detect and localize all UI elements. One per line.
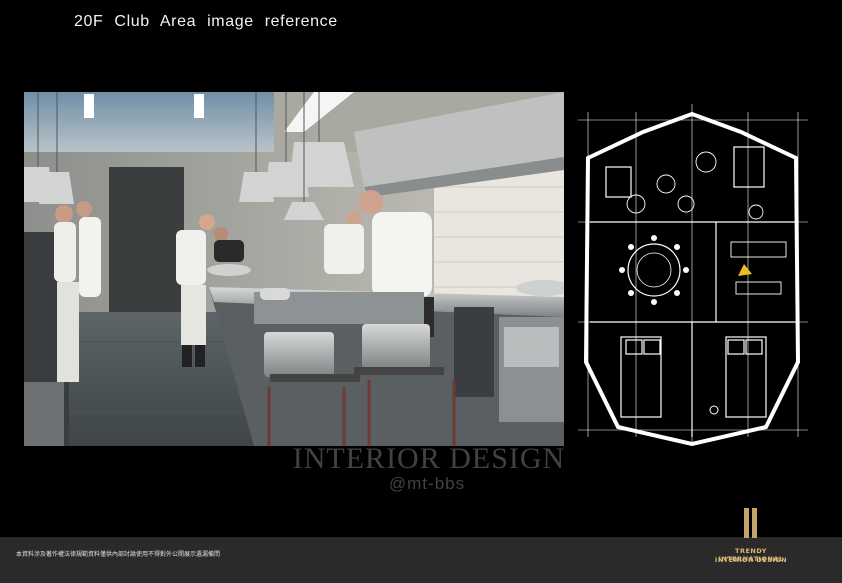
kitchen-photo xyxy=(24,92,564,446)
brand-logo-icon xyxy=(744,508,758,538)
floor-plan xyxy=(566,92,818,446)
page-title: 20F Club Area image reference xyxy=(74,13,338,30)
watermark-text: INTERIOR DESIGN xyxy=(292,442,566,475)
disclaimer-text: 本資料涉及著作權法律規範資料僅供內部討論使用不得對外公開展示遺漏備問 xyxy=(16,551,221,558)
brand-name-line2: INTERIOR DESIGN xyxy=(714,556,788,564)
watermark-handle: @mt-bbs xyxy=(388,474,466,493)
